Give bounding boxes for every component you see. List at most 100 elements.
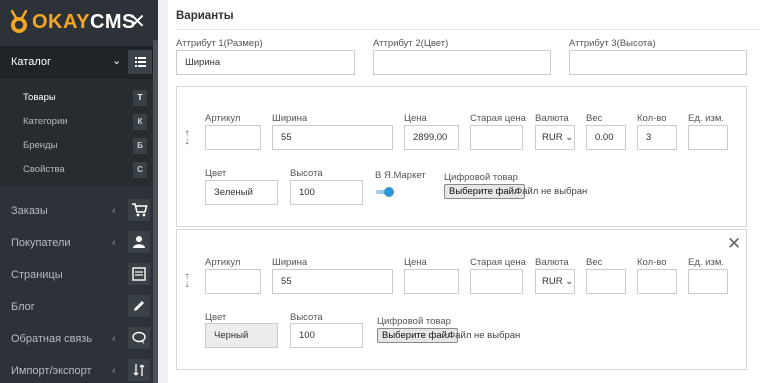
pencil-icon: [128, 295, 150, 317]
sku-label: Артикул: [205, 257, 241, 268]
logo-bar: OKAYCMS ✕: [0, 0, 158, 46]
variant-card: [176, 86, 747, 227]
choose-file-button[interactable]: Выберите файл: [377, 328, 458, 343]
digital-label: Цифровой товар: [444, 172, 518, 183]
width-label: Ширина: [272, 113, 308, 124]
logo-mark-icon: [10, 9, 28, 33]
sidebar-item-label: Блог: [11, 301, 35, 313]
height-input[interactable]: 100: [290, 323, 363, 348]
height-label: Высота: [290, 312, 323, 323]
sidebar-subitem-brands[interactable]: Бренды Б: [0, 134, 155, 158]
sidebar-item-pages[interactable]: Страницы: [0, 259, 155, 291]
chevron-left-icon: ‹: [112, 237, 116, 249]
sidebar-subitem-label: Свойства: [23, 164, 65, 175]
unit-label: Ед. изм.: [688, 113, 724, 124]
close-icon[interactable]: ✕: [727, 235, 741, 252]
weight-input[interactable]: 0.00: [586, 125, 626, 150]
price-label: Цена: [404, 257, 427, 268]
attr3-label: Аттрибут 3(Высота): [569, 38, 656, 49]
width-label: Ширина: [272, 257, 308, 268]
sidebar-item-catalog[interactable]: Каталог ⌄: [0, 46, 155, 79]
currency-value: RUR: [542, 132, 563, 143]
sku-label: Артикул: [205, 113, 241, 124]
currency-label: Валюта: [535, 113, 569, 124]
sidebar-item-orders[interactable]: Заказы ‹: [0, 195, 155, 227]
old-price-label: Старая цена: [470, 257, 526, 268]
attr1-label: Аттрибут 1(Размер): [176, 38, 263, 49]
currency-select[interactable]: RUR ⌄: [535, 125, 575, 150]
currency-value: RUR: [542, 276, 563, 287]
sidebar-item-customers[interactable]: Покупатели ‹: [0, 227, 155, 259]
yandex-toggle-knob[interactable]: [384, 187, 394, 197]
weight-input[interactable]: [586, 269, 626, 294]
comments-icon: [128, 327, 150, 349]
old-price-input[interactable]: [470, 269, 523, 294]
color-label: Цвет: [205, 168, 227, 179]
sku-input[interactable]: [205, 269, 261, 294]
list-icon: [128, 50, 152, 74]
currency-label: Валюта: [535, 257, 569, 268]
qty-label: Кол-во: [637, 113, 667, 124]
sidebar-item-label: Покупатели: [11, 237, 71, 249]
qty-label: Кол-во: [637, 257, 667, 268]
sidebar-subitem-products[interactable]: Товары Т: [0, 86, 155, 110]
sidebar-subitem-label: Категории: [23, 116, 68, 127]
old-price-input[interactable]: [470, 125, 523, 150]
attr1-input[interactable]: Ширина: [176, 50, 355, 75]
variant-card: [176, 229, 747, 370]
logo-text: OKAYCMS: [32, 10, 136, 33]
sidebar-subitem-letter: К: [133, 114, 147, 130]
price-input[interactable]: 2899.00: [404, 125, 459, 150]
sku-input[interactable]: [205, 125, 261, 150]
yandex-label: В Я.Маркет: [375, 170, 426, 181]
drag-handle-icon[interactable]: ↑ ↓: [182, 272, 192, 290]
width-input[interactable]: 55: [272, 269, 393, 294]
sidebar-subitem-features[interactable]: Свойства С: [0, 158, 155, 182]
qty-input[interactable]: 3: [637, 125, 677, 150]
color-input[interactable]: Черный: [205, 323, 278, 348]
unit-input[interactable]: [688, 269, 728, 294]
sidebar-item-label: Заказы: [11, 205, 48, 217]
weight-label: Вес: [586, 113, 603, 124]
chevron-down-icon: ⌄: [565, 132, 574, 143]
sidebar-subitem-letter: Т: [133, 90, 147, 106]
sidebar-subitem-letter: С: [133, 162, 147, 178]
qty-input[interactable]: [637, 269, 677, 294]
logo[interactable]: OKAYCMS: [8, 9, 136, 35]
sidebar-item-blog[interactable]: Блог: [0, 291, 155, 323]
sidebar-subitem-label: Товары: [23, 92, 56, 103]
chevron-left-icon: ‹: [112, 365, 116, 377]
choose-file-button[interactable]: Выберите файл: [444, 184, 525, 199]
file-status: Файл не выбран: [515, 186, 588, 197]
width-input[interactable]: 55: [272, 125, 393, 150]
unit-label: Ед. изм.: [688, 257, 724, 268]
price-label: Цена: [404, 113, 427, 124]
sidebar-subitem-letter: Б: [133, 138, 147, 154]
price-input[interactable]: [404, 269, 459, 294]
sidebar-item-label: Импорт/экспорт: [11, 365, 92, 377]
attr2-label: Аттрибут 2(Цвет): [373, 38, 449, 49]
unit-input[interactable]: [688, 125, 728, 150]
sidebar-subitem-categories[interactable]: Категории К: [0, 110, 155, 134]
pages-icon: [128, 263, 150, 285]
sidebar-subitem-label: Бренды: [23, 140, 58, 151]
old-price-label: Старая цена: [470, 113, 526, 124]
import-export-icon: [128, 359, 150, 381]
weight-label: Вес: [586, 257, 603, 268]
sidebar-item-feedback[interactable]: Обратная связь ‹: [0, 323, 155, 355]
section-title: Варианты: [176, 10, 234, 22]
sidebar-item-label: Обратная связь: [11, 333, 93, 345]
attr3-input[interactable]: [569, 50, 747, 75]
sidebar-item-label: Страницы: [11, 269, 63, 281]
sidebar: OKAYCMS ✕ Каталог ⌄ Товары Т Категории К…: [0, 0, 158, 383]
drag-handle-icon[interactable]: ↑ ↓: [182, 129, 192, 147]
chevron-left-icon: ‹: [112, 333, 116, 345]
color-input[interactable]: Зеленый: [205, 180, 278, 205]
attr2-input[interactable]: [373, 50, 551, 75]
close-sidebar-icon[interactable]: ✕: [129, 12, 146, 32]
height-input[interactable]: 100: [290, 180, 363, 205]
sidebar-item-import-export[interactable]: Импорт/экспорт ‹: [0, 355, 155, 383]
digital-label: Цифровой товар: [377, 316, 451, 327]
currency-select[interactable]: RUR ⌄: [535, 269, 575, 294]
chevron-left-icon: ‹: [112, 205, 116, 217]
